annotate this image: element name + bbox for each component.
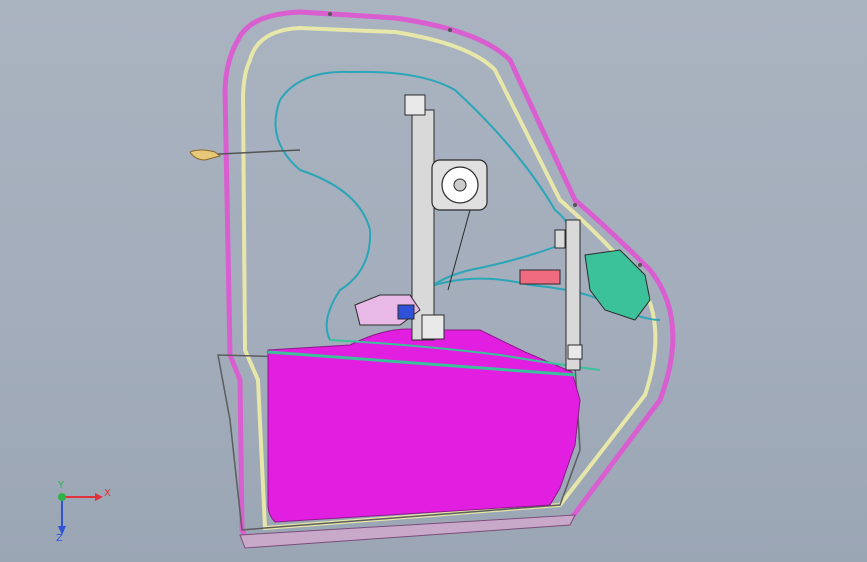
x-axis-label: X bbox=[104, 488, 111, 499]
graphics-viewport[interactable]: X Z Y bbox=[0, 0, 867, 562]
lock-rod bbox=[554, 229, 566, 249]
regulator-cable-2 bbox=[447, 209, 471, 291]
wire-left-loop bbox=[274, 99, 372, 341]
x-axis-arrow bbox=[95, 493, 103, 501]
z-axis-label: Z bbox=[56, 533, 63, 544]
window-motor[interactable] bbox=[431, 159, 488, 211]
axis-triad: X Z Y bbox=[56, 480, 111, 544]
cable-handle bbox=[189, 149, 222, 161]
inner-handle-assembly[interactable] bbox=[354, 294, 421, 326]
bolt bbox=[573, 203, 577, 207]
handle-actuator bbox=[397, 304, 415, 320]
latch-bracket bbox=[519, 269, 561, 285]
rail-bottom-bracket bbox=[421, 314, 445, 340]
bolt bbox=[328, 12, 332, 16]
mounting-bolts bbox=[328, 12, 642, 267]
y-axis-label: Y bbox=[57, 480, 65, 491]
door-glass[interactable] bbox=[267, 328, 581, 523]
rear-rail-bracket bbox=[567, 344, 583, 360]
rail-top-bracket bbox=[404, 94, 426, 116]
y-axis-dot bbox=[58, 493, 66, 501]
motor-gear-hub bbox=[453, 178, 467, 192]
door-latch-assembly[interactable] bbox=[519, 229, 651, 321]
car-door-model[interactable]: X Z Y bbox=[0, 0, 867, 562]
bolt bbox=[448, 28, 452, 32]
bolt bbox=[638, 263, 642, 267]
